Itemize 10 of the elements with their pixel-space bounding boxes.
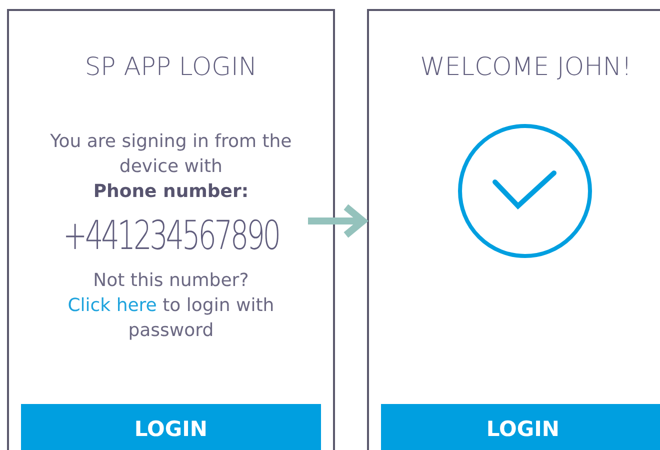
check-circle-icon bbox=[456, 123, 593, 259]
alternative-login-text: Not this number? Click here to login with password bbox=[66, 269, 276, 343]
screen-title: SP APP LOGIN bbox=[84, 51, 258, 83]
phone-number: +441234567890 bbox=[62, 214, 279, 258]
screen-title: WELCOME JOHN! bbox=[419, 51, 633, 83]
phone-label: Phone number: bbox=[93, 180, 249, 204]
device-message: You are signing in from the device with bbox=[49, 130, 293, 179]
login-button[interactable]: LOGIN bbox=[380, 404, 660, 450]
click-here-link[interactable]: Click here bbox=[68, 295, 157, 316]
login-button[interactable]: LOGIN bbox=[21, 404, 321, 450]
